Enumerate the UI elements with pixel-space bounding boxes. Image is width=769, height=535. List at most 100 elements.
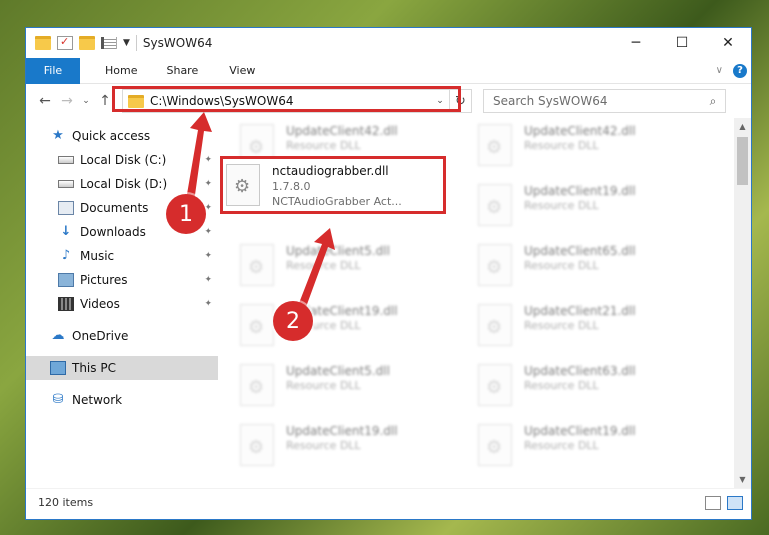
file-item[interactable]: UpdateClient63.dllResource DLL <box>478 358 716 418</box>
help-icon[interactable]: ? <box>733 63 747 78</box>
close-button[interactable]: ✕ <box>705 28 751 58</box>
nav-label: OneDrive <box>72 329 129 343</box>
file-name: UpdateClient19.dll <box>524 184 636 198</box>
step-badge-1: 1 <box>166 194 206 234</box>
vertical-scrollbar[interactable]: ▲ ▼ <box>734 118 751 488</box>
recent-locations-icon[interactable]: ⌄ <box>78 96 94 106</box>
large-icons-view-icon[interactable] <box>727 495 743 510</box>
highlighted-file-item[interactable]: ⚙ nctaudiograbber.dll 1.7.8.0 NCTAudioGr… <box>220 156 446 214</box>
pin-icon: ✦ <box>204 179 212 189</box>
nav-music[interactable]: ♪ Music ✦ <box>26 244 218 268</box>
file-type: Resource DLL <box>286 439 361 452</box>
new-folder-icon[interactable] <box>79 36 95 50</box>
file-type: Resource DLL <box>286 259 361 272</box>
dll-file-icon <box>240 304 274 346</box>
nav-local-disk-d[interactable]: Local Disk (D:) ✦ <box>26 172 218 196</box>
music-icon: ♪ <box>61 248 71 263</box>
file-name: UpdateClient42.dll <box>524 124 636 138</box>
dll-file-icon <box>240 424 274 466</box>
tab-share[interactable]: Share <box>152 64 213 77</box>
file-item[interactable]: UpdateClient21.dllResource DLL <box>478 298 716 358</box>
file-name: UpdateClient19.dll <box>524 424 636 438</box>
back-button[interactable]: ← <box>34 93 56 109</box>
network-icon: ⛁ <box>52 392 64 407</box>
status-bar: 120 items <box>26 488 751 516</box>
nav-label: This PC <box>72 361 116 375</box>
nav-label: Local Disk (D:) <box>80 177 168 191</box>
nav-label: Videos <box>80 297 120 311</box>
file-item[interactable]: UpdateClient5.dllResource DLL <box>240 358 478 418</box>
documents-icon <box>58 201 74 215</box>
forward-button[interactable]: → <box>56 93 78 109</box>
star-icon: ★ <box>52 128 64 143</box>
scroll-thumb[interactable] <box>737 137 748 185</box>
file-type: Resource DLL <box>524 439 599 452</box>
file-name: UpdateClient5.dll <box>286 244 390 258</box>
file-item[interactable]: UpdateClient5.dllResource DLL <box>240 238 478 298</box>
search-input[interactable]: Search SysWOW64 <box>493 94 701 108</box>
navigation-pane: ★ Quick access Local Disk (C:) ✦ Local D… <box>26 118 218 488</box>
minimize-button[interactable]: ─ <box>613 28 659 58</box>
file-type: Resource DLL <box>524 319 599 332</box>
title-separator <box>135 35 137 51</box>
nav-videos[interactable]: Videos ✦ <box>26 292 218 316</box>
nav-label: Quick access <box>72 129 151 143</box>
qa-dropdown-icon[interactable]: ▼ <box>123 38 130 48</box>
folder-icon[interactable] <box>35 36 51 50</box>
videos-icon <box>58 297 74 311</box>
file-item[interactable]: UpdateClient42.dllResource DLL <box>478 118 716 178</box>
tab-view[interactable]: View <box>213 64 270 77</box>
dll-file-icon <box>478 304 512 346</box>
dll-file-icon <box>240 364 274 406</box>
nav-network[interactable]: ⛁ Network <box>26 388 218 412</box>
ribbon-right: ∨ ? <box>716 63 751 78</box>
properties-check-icon[interactable] <box>57 35 73 50</box>
chevron-down-icon[interactable]: ∨ <box>716 65 723 76</box>
pin-icon: ✦ <box>204 251 212 261</box>
file-item[interactable]: UpdateClient19.dllResource DLL <box>478 418 716 478</box>
file-name: UpdateClient42.dll <box>286 124 398 138</box>
dll-file-icon <box>478 424 512 466</box>
file-name: UpdateClient5.dll <box>286 364 390 378</box>
scroll-down-icon[interactable]: ▼ <box>734 471 751 488</box>
nav-this-pc[interactable]: This PC <box>26 356 218 380</box>
nav-local-disk-c[interactable]: Local Disk (C:) ✦ <box>26 148 218 172</box>
file-type: Resource DLL <box>524 259 599 272</box>
file-type: Resource DLL <box>524 379 599 392</box>
cloud-icon: ☁ <box>51 328 65 343</box>
disk-icon <box>58 180 74 188</box>
search-icon[interactable]: ⌕ <box>701 94 725 109</box>
nav-label: Music <box>80 249 115 263</box>
details-view-icon[interactable] <box>705 495 721 510</box>
pin-icon: ✦ <box>204 155 212 165</box>
maximize-button[interactable]: ☐ <box>659 28 705 58</box>
nav-quick-access[interactable]: ★ Quick access <box>26 124 218 148</box>
window-title: SysWOW64 <box>142 36 213 50</box>
pin-icon: ✦ <box>204 227 212 237</box>
nav-pictures[interactable]: Pictures ✦ <box>26 268 218 292</box>
computer-icon <box>50 361 66 375</box>
file-name: UpdateClient63.dll <box>524 364 636 378</box>
quick-access-toolbar: ▼ <box>26 35 130 50</box>
dll-file-icon <box>478 184 512 226</box>
file-item[interactable]: UpdateClient65.dllResource DLL <box>478 238 716 298</box>
view-switcher <box>705 495 751 510</box>
file-type: Resource DLL <box>524 199 599 212</box>
pictures-icon <box>58 273 74 287</box>
tab-home[interactable]: Home <box>80 64 152 77</box>
file-type: NCTAudioGrabber Act... <box>272 195 402 208</box>
file-type: Resource DLL <box>286 379 361 392</box>
file-name: UpdateClient65.dll <box>524 244 636 258</box>
file-item[interactable]: UpdateClient19.dllResource DLL <box>240 418 478 478</box>
search-box[interactable]: Search SysWOW64 ⌕ <box>483 89 726 113</box>
nav-onedrive[interactable]: ☁ OneDrive <box>26 324 218 348</box>
file-name: UpdateClient21.dll <box>524 304 636 318</box>
dll-file-icon <box>240 244 274 286</box>
tab-file[interactable]: File <box>26 57 80 84</box>
file-item[interactable]: UpdateClient19.dllResource DLL <box>478 178 716 238</box>
customize-toolbar-icon[interactable] <box>101 37 117 49</box>
scroll-up-icon[interactable]: ▲ <box>734 118 751 135</box>
dll-file-icon <box>478 124 512 166</box>
downloads-icon: ↓ <box>60 224 72 239</box>
dll-file-icon <box>478 244 512 286</box>
